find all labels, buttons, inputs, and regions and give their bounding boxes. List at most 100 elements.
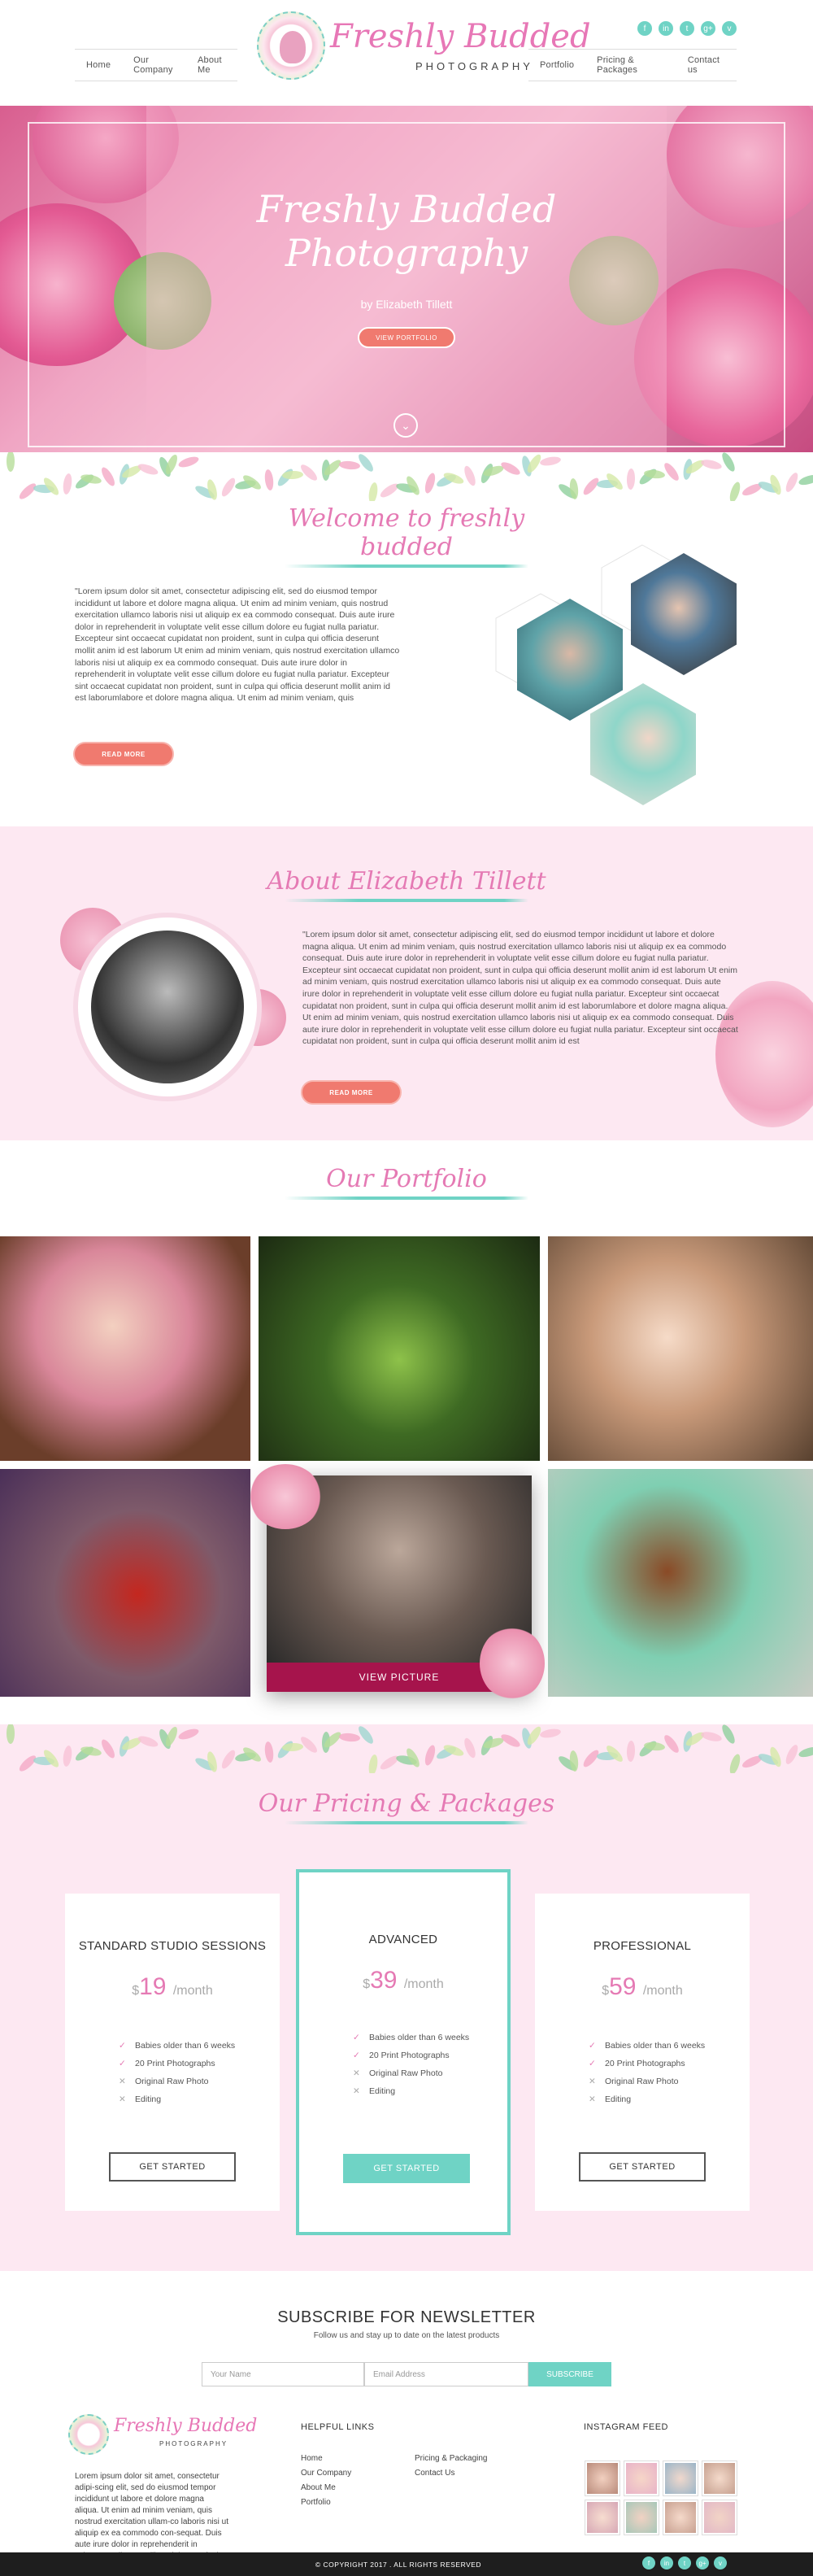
nav-contact[interactable]: Contact us [676, 55, 737, 75]
portfolio-photo-3[interactable] [548, 1236, 813, 1461]
footer-link-home[interactable]: Home [301, 2452, 351, 2466]
footer-links-col2: Pricing & Packaging Contact Us [415, 2452, 488, 2481]
newsletter-email-input[interactable]: Email Address [364, 2362, 528, 2386]
leaf-decoration [422, 1744, 437, 1767]
check-icon: ✓ [589, 2059, 596, 2068]
welcome-read-more-button[interactable]: READ MORE [73, 742, 174, 766]
vine-icon[interactable]: v [722, 21, 737, 36]
plan-name: STANDARD STUDIO SESSIONS [78, 1939, 267, 1953]
leaf-decoration [263, 469, 275, 491]
about-section: About Elizabeth Tillett "Lorem ipsum dol… [0, 826, 813, 1140]
vine-icon[interactable]: v [714, 2556, 727, 2569]
nav-about-me[interactable]: About Me [186, 55, 237, 75]
site-logo[interactable]: Freshly Budded PHOTOGRAPHY [257, 11, 591, 81]
nav-home[interactable]: Home [75, 60, 122, 70]
leaf-decoration [137, 1733, 159, 1750]
twitter-icon[interactable]: t [680, 21, 694, 36]
footer-link-company[interactable]: Our Company [301, 2466, 351, 2481]
site-header: Home Our Company About Me Freshly Budded… [0, 0, 813, 106]
leaf-decoration [700, 458, 723, 471]
portfolio-photo-1[interactable] [0, 1236, 250, 1461]
leaf-decoration [62, 1745, 73, 1767]
about-photo [91, 931, 244, 1083]
footer-link-portfolio[interactable]: Portfolio [301, 2495, 351, 2510]
leaf-decoration [16, 481, 38, 501]
leaf-decoration [719, 1724, 737, 1746]
currency-symbol: $ [602, 1984, 610, 1998]
leaf-decoration [783, 1743, 801, 1766]
price-period: /month [172, 1984, 213, 1998]
leaf-decoration [462, 1737, 478, 1759]
feature-item: ✕ Editing [119, 2094, 162, 2104]
feature-item: ✓ 20 Print Photographs [353, 2051, 450, 2060]
facebook-icon[interactable]: f [637, 21, 652, 36]
leaf-decoration [797, 473, 813, 487]
welcome-text: "Lorem ipsum dolor sit amet, consectetur… [75, 586, 400, 704]
twitter-icon[interactable]: t [678, 2556, 691, 2569]
leaf-decoration [98, 1737, 117, 1760]
instagram-thumb[interactable] [702, 2500, 737, 2535]
instagram-thumb[interactable] [702, 2461, 737, 2495]
check-icon: ✓ [353, 2051, 360, 2060]
nav-pricing[interactable]: Pricing & Packages [585, 55, 676, 75]
portfolio-photo-4[interactable] [0, 1469, 250, 1697]
instagram-thumb[interactable] [585, 2461, 620, 2495]
leaf-decoration [626, 468, 636, 490]
leaf-decoration [539, 455, 562, 468]
scroll-down-icon[interactable]: ⌄ [393, 413, 418, 438]
plan-price: $39 /month [299, 1967, 507, 1994]
get-started-button[interactable]: GET STARTED [579, 2152, 706, 2182]
leaf-decoration [98, 465, 117, 488]
leaf-decoration [728, 1753, 742, 1773]
leaf-decoration [719, 452, 737, 473]
nav-left: Home Our Company About Me [75, 49, 237, 81]
nav-our-company[interactable]: Our Company [122, 55, 186, 75]
footer-link-about[interactable]: About Me [301, 2481, 351, 2495]
currency-symbol: $ [363, 1977, 371, 1991]
linkedin-icon[interactable]: in [660, 2556, 673, 2569]
feature-item: ✕ Editing [353, 2086, 396, 2096]
get-started-button[interactable]: GET STARTED [343, 2154, 470, 2183]
cross-icon: ✕ [119, 2077, 126, 2086]
newsletter-name-input[interactable]: Your Name [202, 2362, 364, 2386]
feature-item: ✕ Original Raw Photo [119, 2077, 209, 2086]
feature-item: ✓ Babies older than 6 weeks [589, 2041, 706, 2051]
view-portfolio-button[interactable]: VIEW PORTFOLIO [358, 327, 455, 348]
footer-link-contact[interactable]: Contact Us [415, 2466, 488, 2481]
flower-decoration [480, 1627, 545, 1700]
floral-border-pricing [0, 1724, 813, 1773]
subscribe-button[interactable]: SUBSCRIBE [528, 2362, 611, 2386]
leaf-decoration [176, 455, 200, 469]
logo-subtitle: PHOTOGRAPHY [415, 60, 533, 72]
get-started-button[interactable]: GET STARTED [109, 2152, 236, 2182]
instagram-thumb[interactable] [585, 2500, 620, 2535]
heading-underline [285, 1821, 528, 1824]
logo-badge-icon [68, 2414, 109, 2455]
leaf-decoration [783, 471, 801, 494]
footer-logo-sub: PHOTOGRAPHY [159, 2440, 228, 2447]
nav-portfolio[interactable]: Portfolio [528, 60, 585, 70]
google-plus-icon[interactable]: g+ [696, 2556, 709, 2569]
instagram-thumb[interactable] [624, 2461, 659, 2495]
plan-price: $59 /month [535, 1973, 750, 2001]
google-plus-icon[interactable]: g+ [701, 21, 715, 36]
leaf-decoration [7, 452, 15, 472]
portfolio-photo-6[interactable] [548, 1469, 813, 1697]
check-icon: ✓ [589, 2041, 596, 2051]
about-read-more-button[interactable]: READ MORE [301, 1080, 402, 1105]
hero-frame [28, 122, 785, 447]
plan-price: $19 /month [65, 1973, 280, 2001]
facebook-icon[interactable]: f [642, 2556, 655, 2569]
leaf-decoration [281, 470, 303, 480]
instagram-thumb[interactable] [624, 2500, 659, 2535]
linkedin-icon[interactable]: in [659, 21, 673, 36]
feature-item: ✓ 20 Print Photographs [119, 2059, 215, 2068]
portfolio-photo-2[interactable] [259, 1236, 540, 1461]
cross-icon: ✕ [119, 2094, 126, 2104]
currency-symbol: $ [132, 1984, 140, 1998]
footer-logo[interactable]: Freshly Budded PHOTOGRAPHY [68, 2414, 257, 2455]
leaf-decoration [338, 1732, 360, 1743]
footer-link-pricing[interactable]: Pricing & Packaging [415, 2452, 488, 2466]
instagram-thumb[interactable] [663, 2461, 698, 2495]
instagram-thumb[interactable] [663, 2500, 698, 2535]
